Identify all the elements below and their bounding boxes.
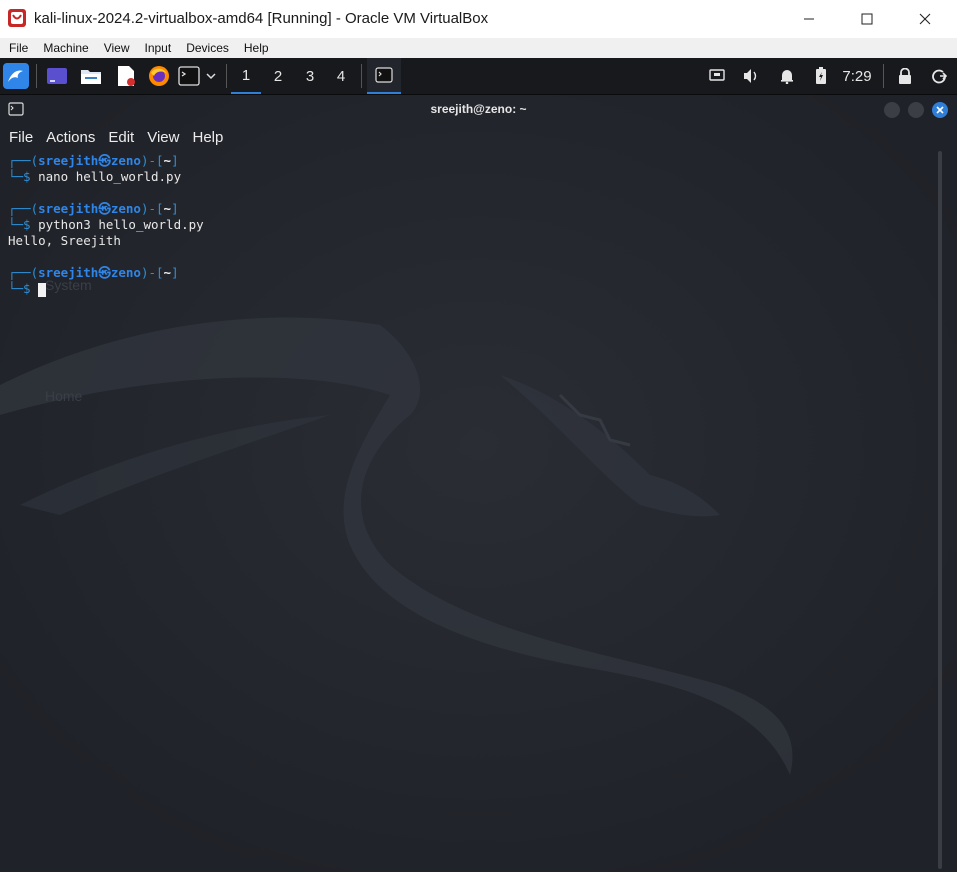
workspace-3[interactable]: 3 — [295, 58, 325, 94]
prompt-host: zeno — [110, 153, 141, 168]
prompt-user: sreejith — [38, 201, 99, 216]
command-output: Hello, Sreejith — [8, 233, 121, 248]
prompt-symbol: └─$ — [8, 217, 39, 232]
notification-bell-icon[interactable] — [776, 58, 798, 94]
text-cursor — [38, 282, 47, 297]
prompt-frame: )-[ — [140, 201, 164, 216]
command-line: └─$ python3 hello_world.py — [8, 217, 204, 233]
chevron-down-icon[interactable] — [202, 58, 220, 94]
prompt-at: ㉿ — [98, 265, 111, 280]
terminal-close-button[interactable] — [932, 102, 948, 118]
prompt-user: sreejith — [38, 265, 99, 280]
terminal-title: sreejith@zeno: ~ — [430, 102, 527, 116]
prompt-frame: ] — [171, 201, 179, 216]
terminal-menu-file[interactable]: File — [0, 129, 37, 146]
prompt-dir: ~ — [163, 201, 172, 216]
prompt-line: ┌──(sreejith㉿zeno)-[~] — [8, 153, 204, 169]
vbox-menu-devices[interactable]: Devices — [177, 41, 235, 55]
vbox-menu-help[interactable]: Help — [235, 41, 275, 55]
prompt-dir: ~ — [163, 265, 172, 280]
terminal-scrollbar[interactable] — [938, 151, 942, 869]
close-icon — [936, 106, 944, 114]
vbox-menu-input[interactable]: Input — [136, 41, 178, 55]
workspace-2[interactable]: 2 — [263, 58, 293, 94]
vbox-menu-view[interactable]: View — [95, 41, 136, 55]
prompt-host: zeno — [110, 265, 141, 280]
virtualbox-logo-icon — [8, 9, 26, 27]
terminal-output[interactable]: ┌──(sreejith㉿zeno)-[~] └─$ nano hello_wo… — [8, 153, 204, 297]
prompt-frame: ┌──( — [8, 201, 39, 216]
terminal-menubar: File Actions Edit View Help — [0, 125, 227, 149]
terminal-title-bar: sreejith@zeno: ~ — [0, 95, 957, 123]
prompt-user: sreejith — [38, 153, 99, 168]
panel-separator — [883, 64, 884, 88]
taskbar-terminal-window[interactable] — [367, 58, 401, 94]
active-command-line[interactable]: └─$ — [8, 281, 204, 297]
lock-icon[interactable] — [894, 58, 916, 94]
text-editor-icon[interactable] — [113, 58, 139, 94]
vbox-menu-machine[interactable]: Machine — [34, 41, 94, 55]
terminal-minimize-button[interactable] — [884, 102, 900, 118]
terminal-maximize-button[interactable] — [908, 102, 924, 118]
prompt-symbol: └─$ — [8, 169, 39, 184]
maximize-icon[interactable] — [844, 0, 890, 38]
command-text: python3 hello_world.py — [38, 217, 204, 232]
clock[interactable]: 7:29 — [838, 58, 876, 94]
kali-menu-icon[interactable] — [2, 58, 30, 94]
desktop-icon-label-home: Home — [45, 388, 83, 404]
prompt-frame: ┌──( — [8, 265, 39, 280]
vbox-menu-file[interactable]: File — [0, 41, 34, 55]
workspace-1[interactable]: 1 — [231, 58, 261, 94]
prompt-frame: )-[ — [140, 153, 164, 168]
panel-separator — [361, 64, 362, 88]
prompt-line: ┌──(sreejith㉿zeno)-[~] — [8, 201, 204, 217]
terminal-menu-view[interactable]: View — [138, 129, 183, 146]
prompt-host: zeno — [110, 201, 141, 216]
minimize-icon[interactable] — [786, 0, 832, 38]
prompt-dir: ~ — [163, 153, 172, 168]
command-line: └─$ nano hello_world.py — [8, 169, 204, 185]
host-title-bar: kali-linux-2024.2-virtualbox-amd64 [Runn… — [0, 0, 957, 38]
prompt-symbol: └─$ — [8, 281, 39, 296]
host-window-title: kali-linux-2024.2-virtualbox-amd64 [Runn… — [34, 10, 489, 27]
battery-icon[interactable] — [810, 58, 832, 94]
command-text: nano hello_world.py — [38, 169, 182, 184]
prompt-line: ┌──(sreejith㉿zeno)-[~] — [8, 265, 204, 281]
prompt-frame: ] — [171, 153, 179, 168]
terminal-menu-actions[interactable]: Actions — [37, 129, 99, 146]
kali-top-panel: 1 2 3 4 7:29 — [0, 58, 957, 95]
volume-icon[interactable] — [740, 58, 762, 94]
terminal-menu-edit[interactable]: Edit — [99, 129, 138, 146]
panel-separator — [226, 64, 227, 88]
vbox-menubar: File Machine View Input Devices Help — [0, 38, 957, 58]
prompt-frame: ] — [171, 265, 179, 280]
file-manager-icon[interactable] — [78, 58, 104, 94]
prompt-at: ㉿ — [98, 153, 111, 168]
prompt-at: ㉿ — [98, 201, 111, 216]
terminal-window[interactable]: System Home sreejith@zeno: ~ File Action… — [0, 95, 957, 872]
power-icon[interactable] — [928, 58, 950, 94]
workspace-4[interactable]: 4 — [326, 58, 356, 94]
prompt-frame: )-[ — [140, 265, 164, 280]
desktop-icon[interactable] — [44, 58, 70, 94]
panel-separator — [36, 64, 37, 88]
prompt-frame: ┌──( — [8, 153, 39, 168]
terminal-icon[interactable] — [176, 58, 202, 94]
firefox-icon[interactable] — [146, 58, 172, 94]
terminal-menu-help[interactable]: Help — [183, 129, 227, 146]
network-icon[interactable] — [706, 58, 728, 94]
close-icon[interactable] — [902, 0, 948, 38]
